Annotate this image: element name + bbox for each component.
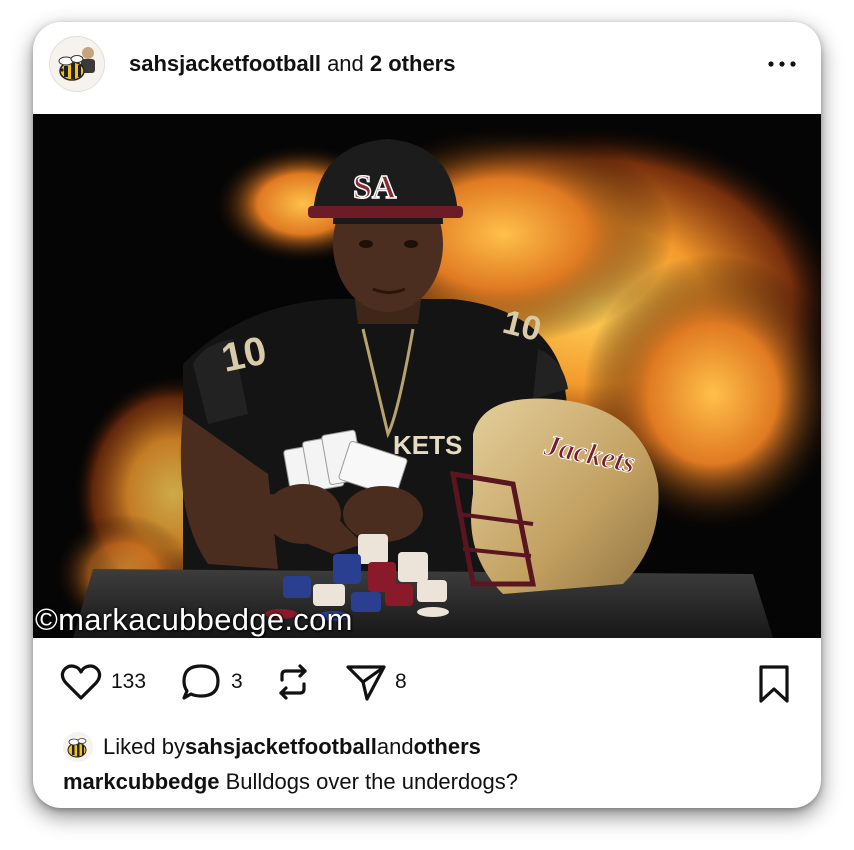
repost-button[interactable] xyxy=(273,662,313,702)
repost-icon xyxy=(279,664,307,700)
post-actions: 133 3 8 xyxy=(33,638,821,738)
comment-icon xyxy=(182,664,220,700)
bookmark-icon xyxy=(759,665,789,703)
caption-text: Bulldogs over the underdogs? xyxy=(219,769,518,794)
more-options-icon xyxy=(768,61,796,67)
post-card: sahsjacketfootball and 2 others 10 10 KE… xyxy=(33,22,821,808)
liker-avatar[interactable] xyxy=(63,732,93,762)
liked-by-line: Liked by sahsjacketfootball and others xyxy=(63,732,481,762)
post-author[interactable]: sahsjacketfootball and 2 others xyxy=(129,50,455,78)
post-header: sahsjacketfootball and 2 others xyxy=(33,22,821,114)
profile-avatar[interactable] xyxy=(49,36,105,92)
liked-by-joiner: and xyxy=(376,734,414,759)
jersey-number-left: 10 xyxy=(218,329,271,381)
bookmark-button[interactable] xyxy=(757,664,791,709)
liked-by-user[interactable]: sahsjacketfootball xyxy=(185,732,377,762)
author-username[interactable]: sahsjacketfootball xyxy=(129,51,321,76)
more-options-button[interactable] xyxy=(765,52,799,76)
bee-mascot-icon xyxy=(63,732,93,762)
share-count: 8 xyxy=(395,670,407,693)
player-portrait-illustration: 10 10 KETS SA Jackets xyxy=(33,114,821,638)
author-joiner: and xyxy=(320,51,370,76)
post-caption: markcubbedge Bulldogs over the underdogs… xyxy=(63,767,518,797)
comment-count: 3 xyxy=(231,670,243,693)
like-button[interactable]: 133 xyxy=(59,662,146,702)
liked-by-prefix: Liked by xyxy=(103,734,185,759)
photo-watermark: ©markacubbedge.com xyxy=(35,602,353,637)
share-icon xyxy=(346,665,386,701)
jersey-text: KETS xyxy=(393,430,462,460)
caption-username[interactable]: markcubbedge xyxy=(63,769,220,794)
svg-text:SA: SA xyxy=(353,169,397,206)
comment-button[interactable]: 3 xyxy=(179,662,243,702)
like-count: 133 xyxy=(111,670,147,693)
share-button[interactable]: 8 xyxy=(345,662,407,702)
post-image[interactable]: 10 10 KETS SA Jackets ©markacubbedge.com xyxy=(33,114,821,638)
author-others[interactable]: 2 others xyxy=(370,51,456,76)
heart-icon xyxy=(60,664,102,700)
liked-by-others[interactable]: others xyxy=(414,732,481,762)
bee-mascot-icon xyxy=(50,37,104,91)
